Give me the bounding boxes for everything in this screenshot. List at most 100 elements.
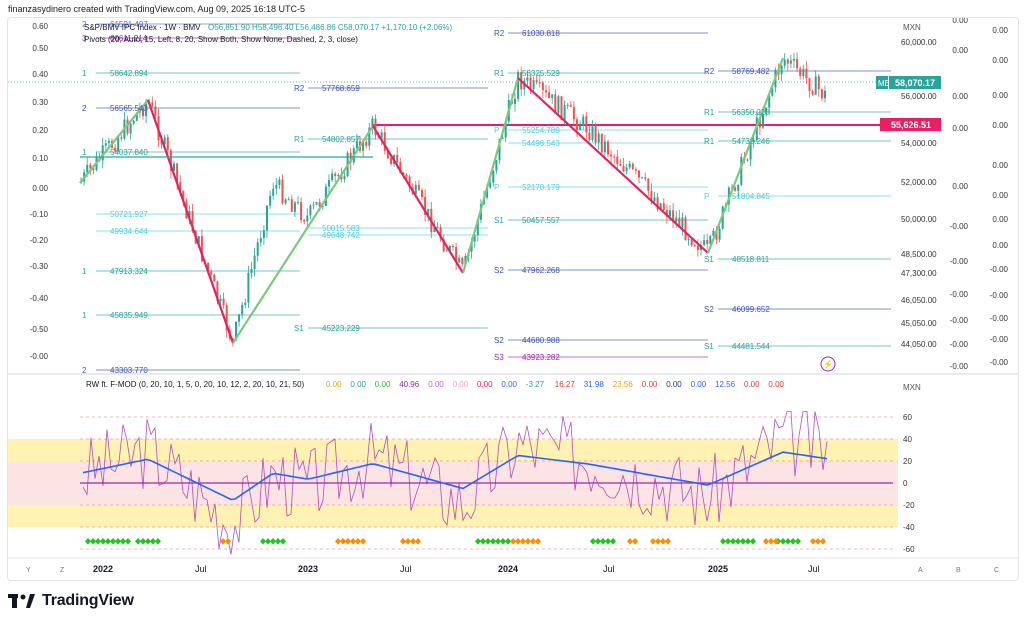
candle-body[interactable] bbox=[154, 106, 157, 117]
candle-body[interactable] bbox=[603, 141, 606, 153]
candle-body[interactable] bbox=[244, 302, 247, 305]
candle-body[interactable] bbox=[86, 164, 89, 173]
candle-body[interactable] bbox=[746, 159, 749, 161]
candle-body[interactable] bbox=[789, 60, 792, 64]
candle-body[interactable] bbox=[653, 197, 656, 202]
candle-body[interactable] bbox=[696, 245, 699, 251]
tradingview-logo[interactable]: TradingView bbox=[8, 592, 134, 610]
candle-body[interactable] bbox=[312, 204, 315, 206]
candle-body[interactable] bbox=[421, 190, 423, 197]
candle-body[interactable] bbox=[365, 141, 368, 146]
candle-body[interactable] bbox=[554, 94, 557, 113]
candle-body[interactable] bbox=[607, 141, 609, 155]
candle-body[interactable] bbox=[129, 123, 132, 134]
candle-body[interactable] bbox=[514, 98, 516, 105]
candle-body[interactable] bbox=[628, 163, 631, 168]
candle-body[interactable] bbox=[569, 105, 572, 107]
candle-body[interactable] bbox=[619, 164, 622, 166]
candle-body[interactable] bbox=[269, 195, 272, 206]
candle-body[interactable] bbox=[213, 274, 216, 282]
candle-body[interactable] bbox=[210, 271, 213, 275]
candle-body[interactable] bbox=[783, 59, 786, 66]
candle-body[interactable] bbox=[436, 227, 439, 229]
candle-body[interactable] bbox=[281, 179, 284, 204]
candle-body[interactable] bbox=[529, 77, 532, 89]
candle-body[interactable] bbox=[241, 304, 244, 315]
chart-card[interactable]: 2 61501.497 3 60611.214 1 58642.894 2 56565.543… bbox=[7, 17, 1019, 581]
candle-body[interactable] bbox=[151, 102, 154, 107]
candle-body[interactable] bbox=[541, 82, 544, 91]
candle-body[interactable] bbox=[219, 298, 222, 302]
candle-body[interactable] bbox=[300, 202, 303, 221]
candle-body[interactable] bbox=[284, 199, 287, 204]
candle-body[interactable] bbox=[452, 246, 454, 248]
candle-body[interactable] bbox=[166, 137, 169, 151]
candle-body[interactable] bbox=[638, 170, 640, 178]
candle-body[interactable] bbox=[799, 68, 802, 76]
candle-body[interactable] bbox=[290, 199, 293, 212]
candle-body[interactable] bbox=[681, 217, 684, 228]
candle-body[interactable] bbox=[256, 242, 259, 256]
candle-body[interactable] bbox=[675, 217, 678, 223]
candle-body[interactable] bbox=[644, 177, 647, 179]
candle-body[interactable] bbox=[786, 59, 789, 64]
candle-body[interactable] bbox=[591, 125, 594, 140]
candle-body[interactable] bbox=[641, 177, 644, 179]
candle-body[interactable] bbox=[492, 170, 495, 183]
candle-body[interactable] bbox=[337, 174, 340, 177]
candle-body[interactable] bbox=[517, 72, 520, 99]
candle-body[interactable] bbox=[250, 268, 253, 274]
candle-body[interactable] bbox=[631, 163, 634, 170]
candle-body[interactable] bbox=[780, 65, 783, 75]
candle-body[interactable] bbox=[405, 174, 408, 177]
candle-body[interactable] bbox=[703, 240, 706, 246]
candle-body[interactable] bbox=[390, 158, 392, 164]
candle-body[interactable] bbox=[535, 80, 538, 83]
candle-body[interactable] bbox=[328, 180, 330, 187]
candle-body[interactable] bbox=[120, 137, 123, 139]
candle-body[interactable] bbox=[247, 273, 250, 303]
candle-body[interactable] bbox=[566, 105, 569, 107]
candle-body[interactable] bbox=[309, 205, 312, 216]
candle-body[interactable] bbox=[600, 133, 603, 153]
candle-body[interactable] bbox=[585, 116, 588, 133]
candle-body[interactable] bbox=[594, 125, 597, 143]
candle-body[interactable] bbox=[107, 140, 110, 144]
candle-body[interactable] bbox=[380, 132, 383, 138]
chart-canvas[interactable]: 2 61501.4973 60611.2141 58642.8942 56565.543… bbox=[8, 18, 1018, 580]
candle-body[interactable] bbox=[275, 185, 278, 189]
candle-body[interactable] bbox=[634, 169, 637, 171]
candle-body[interactable] bbox=[331, 173, 334, 181]
candle-body[interactable] bbox=[706, 240, 709, 245]
candle-body[interactable] bbox=[824, 90, 826, 99]
candle-body[interactable] bbox=[622, 165, 625, 172]
candle-body[interactable] bbox=[669, 210, 671, 217]
candle-body[interactable] bbox=[303, 220, 306, 222]
candle-body[interactable] bbox=[579, 126, 582, 131]
candle-body[interactable] bbox=[662, 203, 665, 210]
candle-body[interactable] bbox=[582, 116, 585, 127]
candle-body[interactable] bbox=[545, 90, 547, 93]
candle-body[interactable] bbox=[802, 68, 805, 76]
candle-body[interactable] bbox=[262, 230, 265, 239]
candle-body[interactable] bbox=[588, 132, 591, 140]
candle-body[interactable] bbox=[684, 217, 687, 241]
candle-body[interactable] bbox=[610, 154, 613, 157]
candle-body[interactable] bbox=[796, 58, 799, 69]
candle-body[interactable] bbox=[253, 255, 256, 269]
candle-body[interactable] bbox=[538, 82, 541, 84]
candle-body[interactable] bbox=[306, 215, 309, 222]
candle-body[interactable] bbox=[461, 257, 464, 265]
candle-body[interactable] bbox=[293, 202, 296, 212]
candle-body[interactable] bbox=[551, 94, 554, 98]
candle-body[interactable] bbox=[315, 202, 318, 205]
candle-body[interactable] bbox=[576, 119, 578, 131]
candle-body[interactable] bbox=[417, 184, 420, 191]
candle-body[interactable] bbox=[548, 92, 551, 98]
candle-body[interactable] bbox=[737, 184, 740, 191]
candle-body[interactable] bbox=[572, 106, 575, 120]
candle-body[interactable] bbox=[259, 238, 262, 243]
candle-body[interactable] bbox=[489, 182, 492, 188]
candle-body[interactable] bbox=[793, 58, 795, 61]
candle-body[interactable] bbox=[104, 143, 107, 146]
